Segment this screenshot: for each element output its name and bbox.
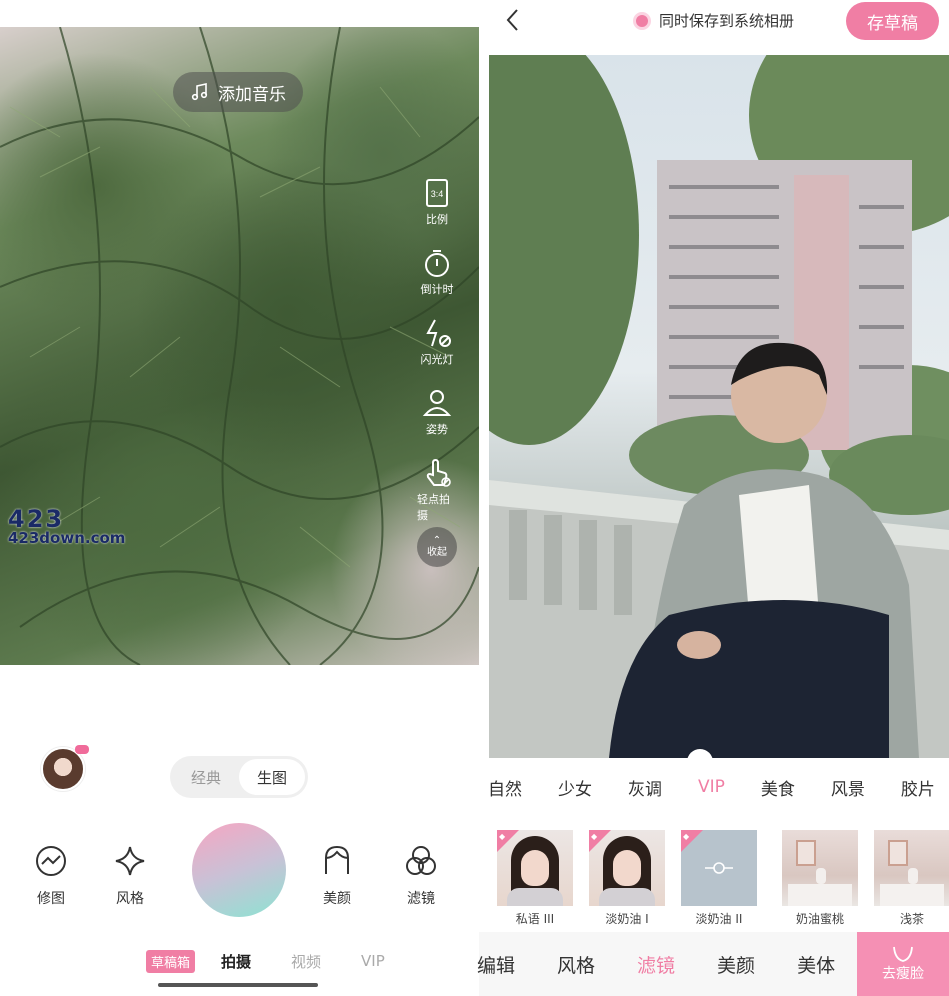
category-nature[interactable]: 自然 <box>488 775 522 800</box>
avatar[interactable] <box>41 745 89 791</box>
foliage-background <box>0 27 479 665</box>
nav-edit[interactable]: 编辑 <box>477 951 515 978</box>
style-label: 风格 <box>116 891 144 907</box>
category-vip[interactable]: VIP <box>698 777 725 797</box>
draft-box-tab[interactable]: 草稿箱 <box>146 949 196 973</box>
filter-name: 浅茶 <box>899 912 924 926</box>
nav-style[interactable]: 风格 <box>557 951 595 978</box>
filter-thumbnail: ◆ <box>497 830 573 906</box>
filter-item[interactable]: ◆ 淡奶油 I <box>589 830 665 927</box>
photo-scene <box>489 55 949 758</box>
adjust-slider-icon <box>705 862 733 874</box>
nav-beauty[interactable]: 美颜 <box>717 951 755 978</box>
camera-viewfinder[interactable]: 添加音乐 3:4 比例 倒计时 闪光灯 姿势 轻点拍摄 ⌃ 收起 423 423… <box>0 27 479 665</box>
style-button[interactable]: 风格 <box>100 844 160 908</box>
flash-off-icon <box>426 319 451 347</box>
camera-screen: 添加音乐 3:4 比例 倒计时 闪光灯 姿势 轻点拍摄 ⌃ 收起 423 423… <box>0 0 479 996</box>
retouch-icon <box>36 846 66 876</box>
site-watermark: 423 423down.com <box>8 505 125 547</box>
touch-shoot-button[interactable]: 轻点拍摄 <box>417 457 457 527</box>
music-note-icon <box>191 83 208 101</box>
tab-vip[interactable]: VIP <box>361 952 385 970</box>
filter-label: 滤镜 <box>407 891 435 907</box>
touch-shoot-icon <box>426 458 451 487</box>
save-draft-button[interactable]: 存草稿 <box>846 2 939 40</box>
category-scenery[interactable]: 风景 <box>831 775 865 800</box>
flash-label: 闪光灯 <box>420 353 454 366</box>
editor-screen: 同时保存到系统相册 存草稿 自然 少女 灰调 VIP 美食 风景 胶片 ◆ 私语… <box>477 0 949 996</box>
beauty-button[interactable]: 美颜 <box>307 844 367 908</box>
filter-thumbnail: ◆ <box>589 830 665 906</box>
tab-video[interactable]: 视频 <box>291 951 321 972</box>
ratio-label: 比例 <box>426 213 448 226</box>
pose-icon <box>422 390 452 416</box>
mode-toggle: 经典 生图 <box>170 756 308 798</box>
pose-label: 姿势 <box>426 423 448 436</box>
mode-generate[interactable]: 生图 <box>239 759 305 795</box>
filter-icon <box>406 846 436 875</box>
sparkle-icon <box>115 846 145 876</box>
beauty-label: 美颜 <box>323 891 351 907</box>
add-music-button[interactable]: 添加音乐 <box>173 72 303 112</box>
ratio-badge: 3:4 <box>431 189 444 199</box>
mode-classic[interactable]: 经典 <box>173 759 239 795</box>
home-indicator <box>158 983 318 987</box>
watermark-url: 423down.com <box>8 529 126 547</box>
save-to-album-toggle[interactable]: 同时保存到系统相册 <box>633 10 794 31</box>
save-to-album-label: 同时保存到系统相册 <box>659 12 795 30</box>
camera-side-toolbar: 3:4 比例 倒计时 闪光灯 姿势 轻点拍摄 ⌃ 收起 <box>417 177 457 567</box>
face-icon <box>325 845 349 874</box>
filter-name: 淡奶油 I <box>605 912 649 926</box>
filter-name: 淡奶油 II <box>695 912 743 926</box>
add-music-label: 添加音乐 <box>218 84 286 105</box>
filter-thumbnail: ◆ <box>681 830 757 906</box>
filter-item[interactable]: ◆ 私语 III <box>497 830 573 927</box>
avatar-new-badge <box>75 745 89 754</box>
chevron-up-icon: ⌃ <box>432 535 442 546</box>
filter-thumbnail <box>782 830 858 906</box>
category-film[interactable]: 胶片 <box>901 775 935 800</box>
timer-label: 倒计时 <box>420 283 454 296</box>
retouch-label: 修图 <box>37 891 65 907</box>
filter-item[interactable]: 浅茶 <box>874 830 949 927</box>
ratio-button[interactable]: 3:4 比例 <box>421 177 453 247</box>
nav-body[interactable]: 美体 <box>797 951 835 978</box>
shutter-button[interactable] <box>192 823 286 917</box>
nav-filter[interactable]: 滤镜 <box>637 951 675 978</box>
back-arrow-icon[interactable] <box>501 6 525 34</box>
tab-shoot[interactable]: 拍摄 <box>221 951 251 972</box>
filter-name: 私语 III <box>515 912 555 926</box>
collapse-button[interactable]: ⌃ 收起 <box>417 527 457 567</box>
category-gray[interactable]: 灰调 <box>628 775 662 800</box>
flash-button[interactable]: 闪光灯 <box>421 317 454 387</box>
camera-bottom-tabs: 草稿箱 拍摄 视频 VIP <box>146 948 425 974</box>
filter-name: 奶油蜜桃 <box>795 912 844 926</box>
timer-icon <box>425 250 449 277</box>
touch-shoot-label: 轻点拍摄 <box>417 493 450 522</box>
filter-item[interactable]: 奶油蜜桃 <box>782 830 858 927</box>
filter-categories: 自然 少女 灰调 VIP 美食 风景 胶片 <box>479 771 949 803</box>
category-food[interactable]: 美食 <box>761 775 795 800</box>
pose-button[interactable]: 姿势 <box>421 387 453 457</box>
diamond-icon: ◆ <box>591 832 598 841</box>
slim-face-label: 去瘦脸 <box>882 966 924 982</box>
filter-thumbnail <box>874 830 949 906</box>
edit-photo[interactable] <box>489 55 949 758</box>
category-girl[interactable]: 少女 <box>558 775 592 800</box>
diamond-icon: ◆ <box>683 832 690 841</box>
radio-checked-icon <box>633 11 651 30</box>
diamond-icon: ◆ <box>499 832 506 841</box>
filter-item-selected[interactable]: ◆ 淡奶油 II <box>681 830 757 927</box>
ratio-icon: 3:4 <box>426 179 448 207</box>
face-slim-icon <box>893 946 913 962</box>
slim-face-button[interactable]: 去瘦脸 <box>857 932 949 996</box>
collapse-label: 收起 <box>427 547 447 558</box>
timer-button[interactable]: 倒计时 <box>421 247 454 317</box>
filter-button[interactable]: 滤镜 <box>391 844 451 908</box>
retouch-button[interactable]: 修图 <box>21 844 81 908</box>
filter-list: ◆ 私语 III ◆ 淡奶油 I ◆ 淡奶油 II 奶油蜜桃 浅茶 <box>479 830 949 930</box>
